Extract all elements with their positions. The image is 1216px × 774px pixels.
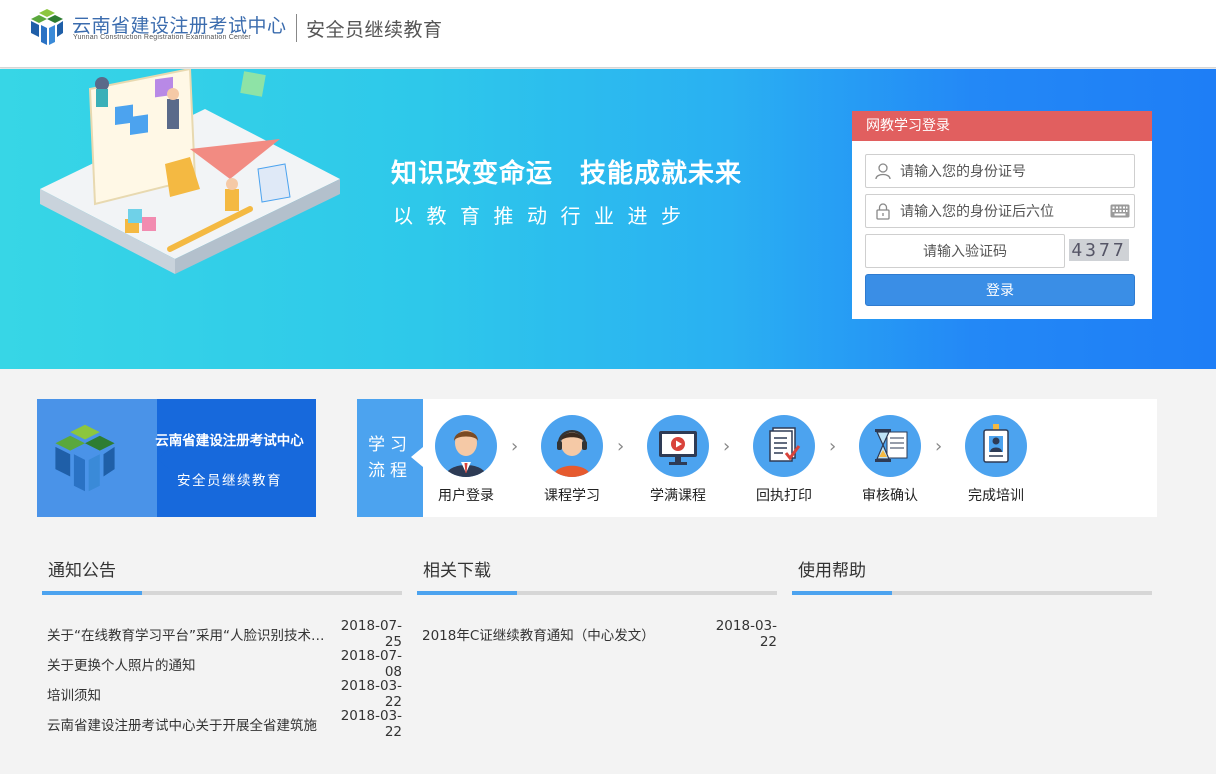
site-header: 云南省建设注册考试中心 Yunnan Construction Registra…: [0, 0, 1216, 68]
center-info-card[interactable]: 云南省建设注册考试中心 安全员继续教育: [37, 399, 316, 517]
downloads-section: 相关下载 2018年C证继续教育通知（中心发文） 2018-03-22: [417, 555, 777, 650]
hero-banner: 知识改变命运 技能成就未来 以教育推动行业进步 网教学习登录 请输入您的身份证号…: [0, 69, 1216, 369]
process-step-print-receipt[interactable]: 回执打印: [739, 415, 829, 505]
process-label-line2: 流程: [368, 461, 412, 481]
center-card-subtitle: 安全员继续教育: [177, 473, 282, 489]
header-subtitle: 安全员继续教育: [306, 19, 443, 41]
notice-date: 2018-03-22: [340, 678, 402, 710]
notice-title[interactable]: 培训须知: [42, 684, 326, 704]
login-button[interactable]: 登录: [865, 274, 1135, 306]
org-logo-icon: [31, 9, 63, 45]
captcha-image[interactable]: 4377: [1069, 239, 1129, 261]
list-item[interactable]: 培训须知 2018-03-22: [42, 678, 402, 710]
notice-date: 2018-07-25: [340, 618, 402, 650]
keyboard-icon[interactable]: [1110, 204, 1130, 218]
process-step-login[interactable]: 用户登录: [421, 415, 511, 505]
monitor-play-icon: [647, 415, 709, 477]
user-icon: [435, 415, 497, 477]
id-number-input[interactable]: 请输入您的身份证号: [865, 154, 1135, 188]
downloads-title[interactable]: 相关下载: [417, 555, 777, 587]
notice-title[interactable]: 关于“在线教育学习平台”采用“人脸识别技术”的通知: [42, 624, 326, 644]
id-number-placeholder: 请输入您的身份证号: [900, 164, 1026, 180]
help-title[interactable]: 使用帮助: [792, 555, 1152, 587]
process-step-label: 回执打印: [756, 488, 812, 504]
help-title-underline: [792, 591, 1152, 595]
headset-icon: [541, 415, 603, 477]
login-panel-title: 网教学习登录: [852, 111, 1152, 141]
process-step-label: 审核确认: [862, 488, 918, 504]
notice-date: 2018-07-08: [340, 648, 402, 680]
list-item[interactable]: 云南省建设注册考试中心关于开展全省建筑施 2018-03-22: [42, 708, 402, 740]
process-step-label: 完成培训: [968, 488, 1024, 504]
notices-title-underline: [42, 591, 402, 595]
chevron-right-icon: ›: [617, 436, 625, 457]
notices-title[interactable]: 通知公告: [42, 555, 402, 587]
process-step-review[interactable]: 审核确认: [845, 415, 935, 505]
notice-date: 2018-03-22: [340, 708, 402, 740]
download-title[interactable]: 2018年C证继续教育通知（中心发文）: [417, 624, 701, 644]
list-item[interactable]: 关于更换个人照片的通知 2018-07-08: [42, 648, 402, 680]
list-item[interactable]: 关于“在线教育学习平台”采用“人脸识别技术”的通知 2018-07-25: [42, 618, 402, 650]
org-logo-icon: [55, 424, 115, 492]
user-icon: [866, 155, 900, 187]
education-illustration-icon: [40, 69, 340, 274]
login-panel: 网教学习登录 请输入您的身份证号 请输入您的身份证后六位 请输入验证码 4377…: [852, 111, 1152, 319]
learning-process: 学习 流程 用户登录 › 课程学习 › 学满课程 › 回执打印 › 审核确认 ›: [357, 399, 1157, 517]
process-step-label: 课程学习: [544, 488, 600, 504]
process-step-label: 用户登录: [438, 488, 494, 504]
notices-section: 通知公告 关于“在线教育学习平台”采用“人脸识别技术”的通知 2018-07-2…: [42, 555, 402, 740]
chevron-right-icon: ›: [723, 436, 731, 457]
banner-slogan-sub: 以教育推动行业进步: [393, 204, 695, 228]
center-card-title: 云南省建设注册考试中心: [155, 433, 304, 449]
banner-slogan-main: 知识改变命运 技能成就未来: [391, 159, 743, 189]
process-step-complete-course[interactable]: 学满课程: [633, 415, 723, 505]
notice-title[interactable]: 云南省建设注册考试中心关于开展全省建筑施: [42, 714, 326, 734]
process-label: 学习 流程: [357, 399, 423, 517]
org-name-en: Yunnan Construction Registration Examina…: [73, 34, 251, 41]
process-step-course[interactable]: 课程学习: [527, 415, 617, 505]
help-section: 使用帮助: [792, 555, 1152, 595]
list-item[interactable]: 2018年C证继续教育通知（中心发文） 2018-03-22: [417, 618, 777, 650]
chevron-right-icon: ›: [511, 436, 519, 457]
chevron-right-icon: ›: [829, 436, 837, 457]
lock-icon: [866, 195, 900, 227]
downloads-title-underline: [417, 591, 777, 595]
header-divider: [296, 14, 297, 42]
chevron-right-icon: ›: [935, 436, 943, 457]
id-badge-icon: [965, 415, 1027, 477]
hourglass-icon: [859, 415, 921, 477]
process-step-label: 学满课程: [650, 488, 706, 504]
process-step-finish-training[interactable]: 完成培训: [951, 415, 1041, 505]
center-card-notch: [157, 449, 169, 469]
process-label-line1: 学习: [368, 435, 412, 455]
password-input[interactable]: 请输入您的身份证后六位: [865, 194, 1135, 228]
download-date: 2018-03-22: [715, 618, 777, 650]
document-check-icon: [753, 415, 815, 477]
notices-list: 关于“在线教育学习平台”采用“人脸识别技术”的通知 2018-07-25 关于更…: [42, 618, 402, 740]
captcha-input[interactable]: 请输入验证码: [865, 234, 1065, 268]
password-placeholder: 请输入您的身份证后六位: [900, 204, 1054, 220]
notice-title[interactable]: 关于更换个人照片的通知: [42, 654, 326, 674]
downloads-list: 2018年C证继续教育通知（中心发文） 2018-03-22: [417, 618, 777, 650]
